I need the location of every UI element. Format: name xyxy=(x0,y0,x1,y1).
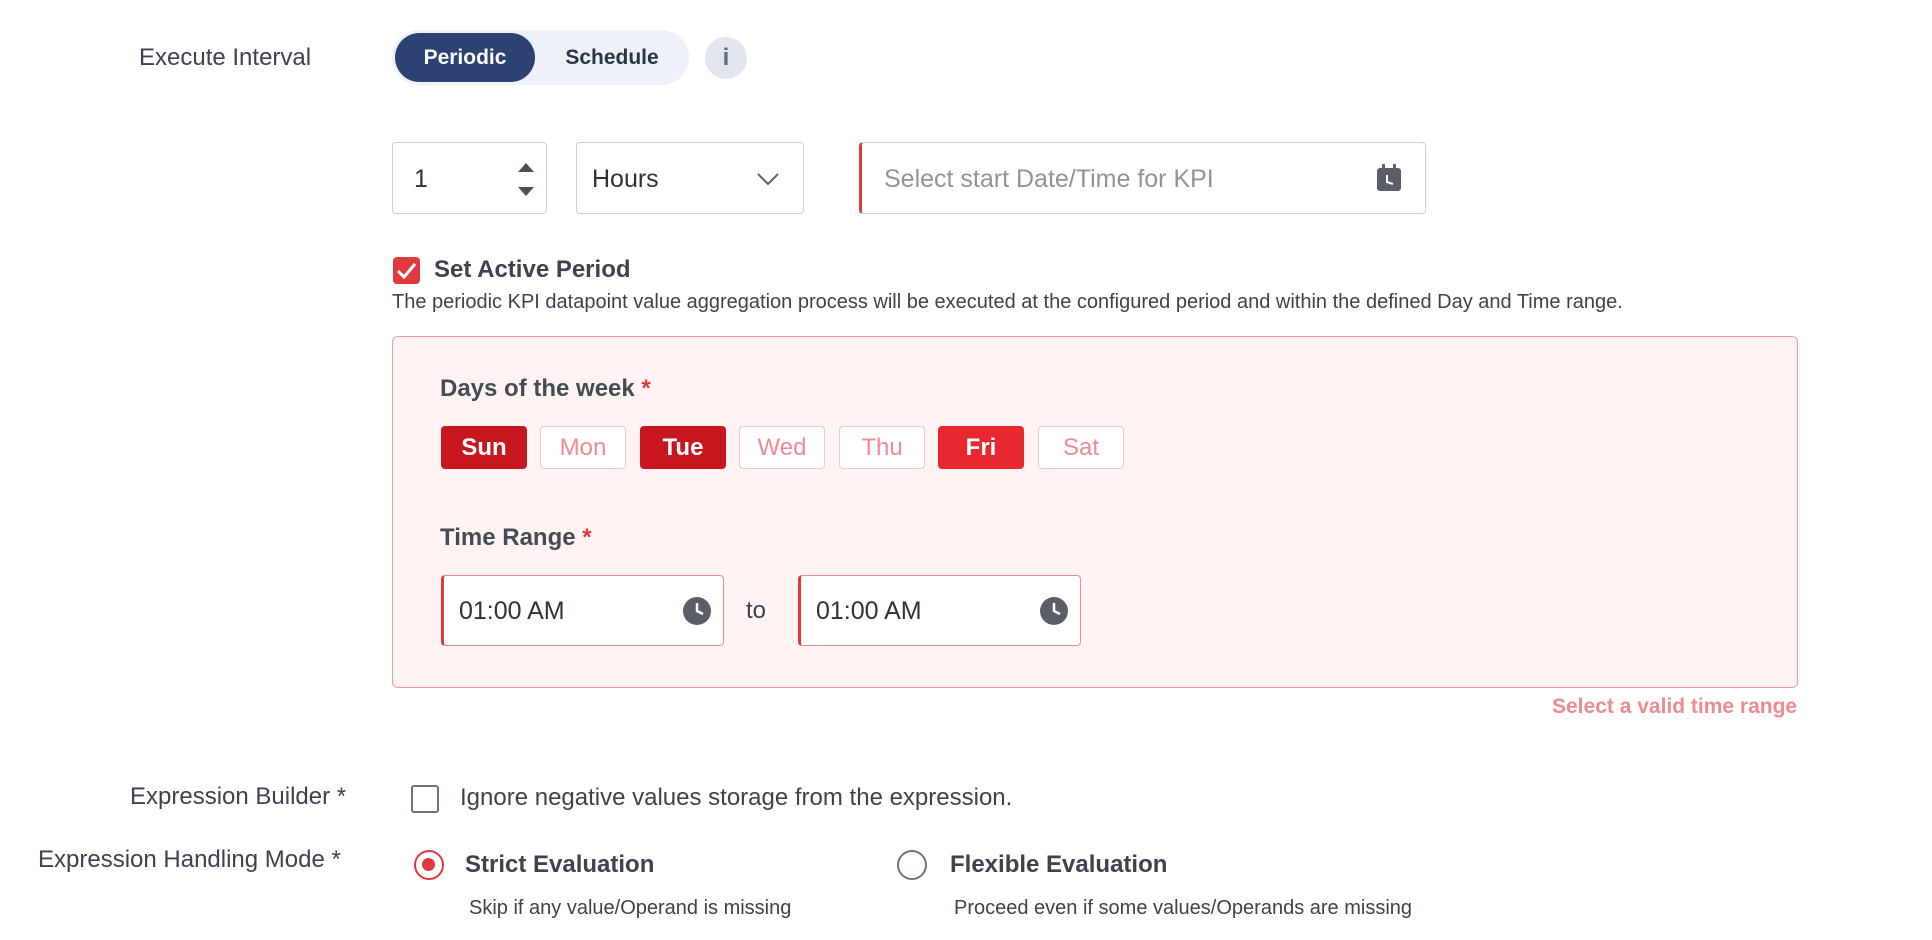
time-range-error: Select a valid time range xyxy=(1552,695,1798,718)
interval-unit-select[interactable]: Hours xyxy=(576,142,804,214)
clock-icon[interactable] xyxy=(1039,596,1069,631)
chevron-down-icon xyxy=(755,159,781,204)
clock-icon[interactable] xyxy=(682,596,712,631)
interval-value: 1 xyxy=(414,165,428,193)
spinner-down-icon[interactable] xyxy=(518,187,534,196)
flexible-evaluation-subtitle: Proceed even if some values/Operands are… xyxy=(954,897,1413,919)
interval-number-input[interactable]: 1 xyxy=(392,142,547,214)
active-period-checkbox[interactable] xyxy=(393,257,420,284)
time-from-value: 01:00 AM xyxy=(459,597,565,625)
strict-evaluation-subtitle: Skip if any value/Operand is missing xyxy=(469,897,792,919)
day-wed[interactable]: Wed xyxy=(739,426,825,469)
start-datetime-placeholder: Select start Date/Time for KPI xyxy=(884,165,1214,193)
start-datetime-input[interactable]: Select start Date/Time for KPI xyxy=(859,142,1426,214)
required-mark: * xyxy=(582,524,592,551)
active-period-description: The periodic KPI datapoint value aggrega… xyxy=(392,291,1623,313)
days-of-week-text: Days of the week xyxy=(440,375,635,402)
flexible-evaluation-radio[interactable] xyxy=(897,850,927,880)
day-sat[interactable]: Sat xyxy=(1038,426,1124,469)
strict-evaluation-radio[interactable] xyxy=(414,850,444,880)
day-mon[interactable]: Mon xyxy=(540,426,626,469)
day-sun[interactable]: Sun xyxy=(441,426,527,469)
info-icon[interactable]: i xyxy=(705,37,747,79)
execute-interval-label: Execute Interval xyxy=(139,44,312,71)
schedule-option[interactable]: Schedule xyxy=(542,33,682,82)
execute-interval-toggle: Periodic Schedule xyxy=(392,30,689,85)
time-range-text: Time Range xyxy=(440,524,576,551)
strict-evaluation-title: Strict Evaluation xyxy=(465,851,655,878)
expression-builder-label: Expression Builder * xyxy=(130,783,347,810)
day-fri[interactable]: Fri xyxy=(938,426,1024,469)
ignore-negative-checkbox[interactable] xyxy=(411,785,439,813)
spinner-up-icon[interactable] xyxy=(518,163,534,172)
interval-unit-value: Hours xyxy=(592,165,659,193)
day-tue[interactable]: Tue xyxy=(640,426,726,469)
time-to-input[interactable]: 01:00 AM xyxy=(798,575,1081,646)
calendar-clock-icon[interactable] xyxy=(1375,163,1403,198)
required-mark: * xyxy=(641,375,651,402)
periodic-option[interactable]: Periodic xyxy=(395,33,535,82)
time-separator: to xyxy=(746,597,767,624)
time-to-value: 01:00 AM xyxy=(816,597,922,625)
info-icon-glyph: i xyxy=(722,44,730,71)
checkmark-icon xyxy=(396,263,417,280)
day-thu[interactable]: Thu xyxy=(839,426,925,469)
days-of-week-title: Days of the week * xyxy=(440,375,651,403)
flexible-evaluation-title: Flexible Evaluation xyxy=(950,851,1168,878)
expression-handling-label: Expression Handling Mode * xyxy=(38,846,341,873)
ignore-negative-label: Ignore negative values storage from the … xyxy=(460,784,1013,811)
time-from-input[interactable]: 01:00 AM xyxy=(441,575,724,646)
active-period-label: Set Active Period xyxy=(434,256,631,283)
time-range-title: Time Range * xyxy=(440,524,592,552)
